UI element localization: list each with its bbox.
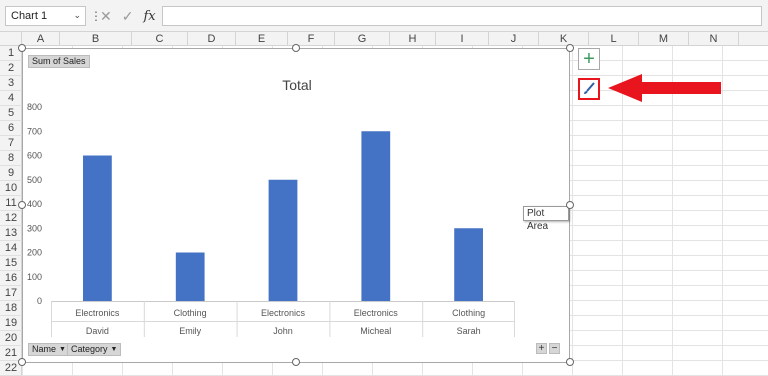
column-header-g[interactable]: G bbox=[335, 32, 390, 46]
name-field-label: Name bbox=[32, 344, 57, 354]
row-header-16[interactable]: 16 bbox=[0, 271, 22, 286]
x-tick-label-category: Clothing bbox=[174, 308, 207, 318]
x-tick-label-name: David bbox=[86, 326, 109, 336]
row-header-15[interactable]: 15 bbox=[0, 256, 22, 271]
chart-elements-button[interactable]: + bbox=[578, 48, 600, 70]
resize-handle-top[interactable] bbox=[292, 44, 300, 52]
more-options-icon[interactable]: ⋮ bbox=[90, 9, 102, 23]
y-tick-label: 600 bbox=[27, 151, 42, 161]
row-header-20[interactable]: 20 bbox=[0, 331, 22, 346]
name-box[interactable]: Chart 1 ⌄ bbox=[5, 6, 86, 26]
y-tick-label: 500 bbox=[27, 175, 42, 185]
x-tick-label-name: Micheal bbox=[360, 326, 391, 336]
chevron-down-icon[interactable]: ⌄ bbox=[73, 10, 81, 21]
category-field-button[interactable]: Category ▼ bbox=[67, 343, 122, 356]
row-header-5[interactable]: 5 bbox=[0, 106, 22, 121]
x-tick-label-category: Electronics bbox=[354, 308, 399, 318]
collapse-field-button[interactable]: − bbox=[549, 343, 560, 354]
bar-john[interactable] bbox=[268, 179, 298, 301]
resize-handle-top-left[interactable] bbox=[18, 44, 26, 52]
resize-handle-bottom-left[interactable] bbox=[18, 358, 26, 366]
column-header-a[interactable]: A bbox=[22, 32, 60, 46]
column-header-e[interactable]: E bbox=[236, 32, 288, 46]
row-header-12[interactable]: 12 bbox=[0, 211, 22, 226]
expand-field-button[interactable]: + bbox=[536, 343, 547, 354]
row-header-8[interactable]: 8 bbox=[0, 151, 22, 166]
row-header-3[interactable]: 3 bbox=[0, 76, 22, 91]
resize-handle-bottom-right[interactable] bbox=[566, 358, 574, 366]
dropdown-arrow-icon: ▼ bbox=[110, 346, 118, 353]
y-tick-label: 400 bbox=[27, 199, 42, 209]
enter-icon[interactable]: ✓ bbox=[122, 8, 134, 25]
resize-handle-bottom[interactable] bbox=[292, 358, 300, 366]
column-header-d[interactable]: D bbox=[188, 32, 236, 46]
resize-handle-top-right[interactable] bbox=[566, 44, 574, 52]
resize-handle-right[interactable] bbox=[566, 201, 574, 209]
row-header-17[interactable]: 17 bbox=[0, 286, 22, 301]
cancel-icon[interactable]: ✕ bbox=[100, 8, 112, 25]
name-field-button[interactable]: Name ▼ bbox=[28, 343, 70, 356]
row-header-2[interactable]: 2 bbox=[0, 61, 22, 76]
x-tick-label-name: Sarah bbox=[457, 326, 481, 336]
column-header-b[interactable]: B bbox=[60, 32, 132, 46]
row-header-14[interactable]: 14 bbox=[0, 241, 22, 256]
row-headers: 1 2 3 4 5 6 7 8 9 10 11 12 13 14 15 16 17 18 19 20 21 22 bbox=[0, 46, 22, 376]
column-header-l[interactable]: L bbox=[589, 32, 639, 46]
bar-sarah[interactable] bbox=[454, 228, 483, 301]
column-header-c[interactable]: C bbox=[132, 32, 188, 46]
x-tick-label-name: John bbox=[273, 326, 293, 336]
y-tick-label: 200 bbox=[27, 248, 42, 258]
plot-area-tooltip: Plot Area bbox=[523, 206, 569, 232]
y-tick-label: 300 bbox=[27, 223, 42, 233]
chart-title[interactable]: Total bbox=[23, 77, 571, 93]
row-header-19[interactable]: 19 bbox=[0, 316, 22, 331]
bar-micheal[interactable] bbox=[361, 131, 391, 301]
row-header-4[interactable]: 4 bbox=[0, 91, 22, 106]
formula-bar: Chart 1 ⌄ ⋮ ✕ ✓ fx bbox=[0, 0, 768, 32]
paintbrush-icon bbox=[584, 82, 595, 94]
column-header-j[interactable]: J bbox=[489, 32, 539, 46]
category-field-label: Category bbox=[71, 344, 108, 354]
column-header-k[interactable]: K bbox=[539, 32, 589, 46]
column-headers: ABCDEFGHIJKLMN bbox=[0, 32, 768, 46]
bar-david[interactable] bbox=[83, 155, 112, 302]
x-tick-label-category: Clothing bbox=[452, 308, 485, 318]
dropdown-arrow-icon: ▼ bbox=[59, 346, 66, 353]
sum-of-sales-label: Sum of Sales bbox=[32, 56, 86, 66]
y-tick-label: 100 bbox=[27, 272, 42, 282]
column-header-i[interactable]: I bbox=[436, 32, 489, 46]
y-tick-label: 800 bbox=[27, 102, 42, 112]
row-header-10[interactable]: 10 bbox=[0, 181, 22, 196]
row-header-13[interactable]: 13 bbox=[0, 226, 22, 241]
formula-input[interactable] bbox=[162, 6, 762, 26]
chart-plot[interactable]: 0 100 200 300 400 500 600 700 800 Electronics Davi… bbox=[23, 49, 571, 364]
red-arrow-annotation bbox=[608, 74, 721, 102]
y-tick-label: 700 bbox=[27, 126, 42, 136]
x-tick-label-name: Emily bbox=[179, 326, 201, 336]
plus-icon: + bbox=[583, 48, 595, 70]
row-header-6[interactable]: 6 bbox=[0, 121, 22, 136]
column-header-m[interactable]: M bbox=[639, 32, 689, 46]
resize-handle-left[interactable] bbox=[18, 201, 26, 209]
insert-function-icon[interactable]: fx bbox=[143, 9, 155, 24]
column-header-n[interactable]: N bbox=[689, 32, 739, 46]
bar-emily[interactable] bbox=[175, 252, 205, 302]
chart-styles-button[interactable] bbox=[578, 78, 600, 100]
name-box-value: Chart 1 bbox=[11, 10, 48, 22]
column-header-h[interactable]: H bbox=[390, 32, 436, 46]
pivot-chart[interactable]: 0 100 200 300 400 500 600 700 800 Electronics Davi… bbox=[18, 44, 574, 366]
row-header-9[interactable]: 9 bbox=[0, 166, 22, 181]
row-header-18[interactable]: 18 bbox=[0, 301, 22, 316]
sum-of-sales-field-button[interactable]: Sum of Sales bbox=[28, 55, 90, 68]
x-tick-label-category: Electronics bbox=[75, 308, 120, 318]
row-header-7[interactable]: 7 bbox=[0, 136, 22, 151]
x-tick-label-category: Electronics bbox=[261, 308, 306, 318]
y-tick-label: 0 bbox=[37, 296, 42, 306]
